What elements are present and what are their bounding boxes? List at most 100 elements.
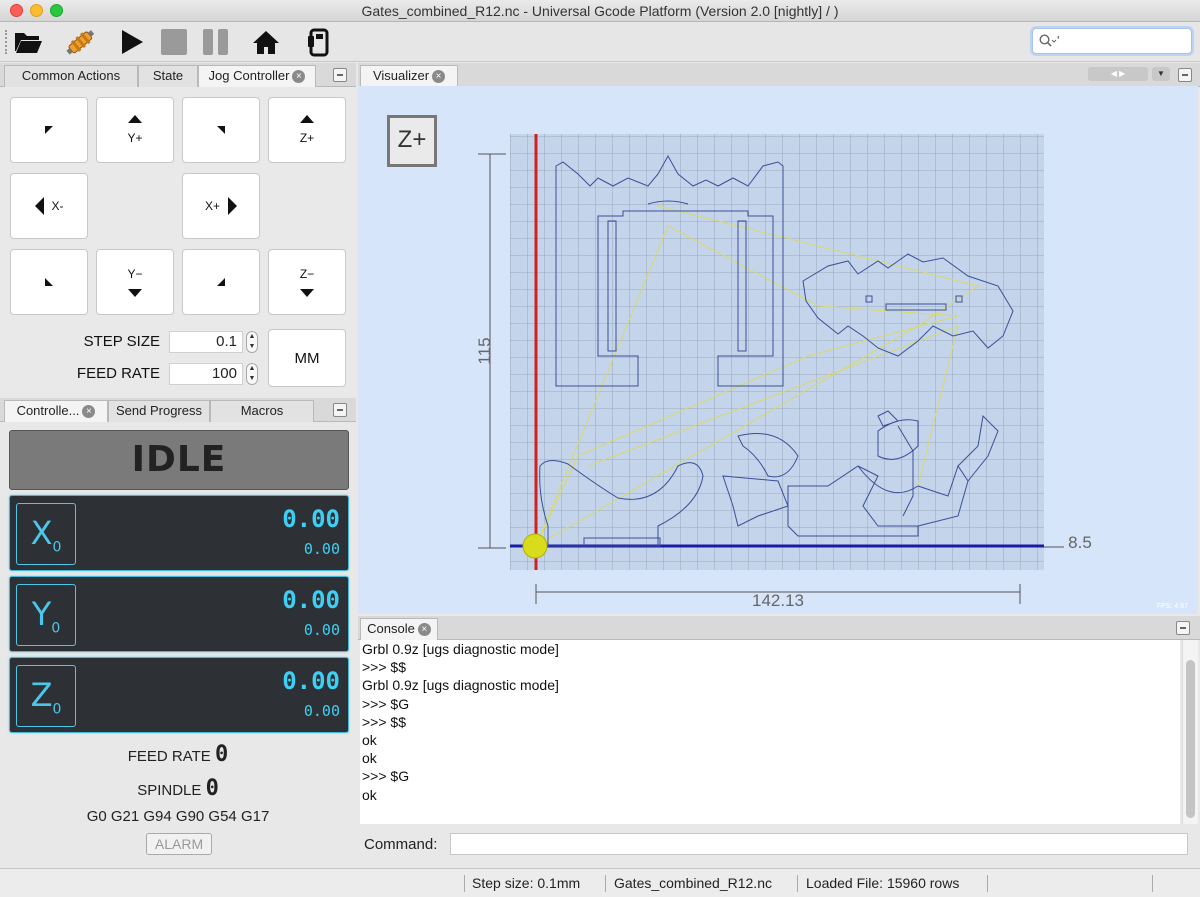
reset-z-button[interactable]: Z0 (16, 665, 76, 727)
jog-x-plus-y-minus-button[interactable] (182, 249, 260, 315)
jog-x-plus-y-plus-button[interactable] (182, 97, 260, 163)
tab-list-button[interactable]: ▼ (1152, 67, 1170, 81)
feed-rate-input[interactable]: 100 (169, 363, 243, 385)
console-line: >>> $$ (362, 713, 406, 730)
console-scrollbar-thumb[interactable] (1186, 660, 1195, 818)
jog-x-minus-y-minus-button[interactable] (10, 249, 88, 315)
z-work-position: 0.00 (282, 667, 340, 695)
search-icon (1039, 34, 1057, 47)
spindle-readout: SPINDLE 0 (0, 776, 356, 801)
pendant-button[interactable] (302, 26, 334, 58)
open-folder-button[interactable] (12, 26, 44, 58)
home-icon (253, 31, 279, 54)
x-axis-name: X (30, 514, 53, 552)
jog-z-minus-label: Z− (299, 267, 315, 281)
z-axis-readout: Z0 0.00 0.00 (9, 657, 349, 733)
pendant-icon (308, 28, 329, 57)
tab-macros-label: Macros (240, 403, 284, 418)
close-icon[interactable]: × (432, 70, 446, 84)
gcode-state-text: G0 G21 G94 G90 G54 G17 (86, 808, 270, 825)
console-output[interactable]: Grbl 0.9z [ugs diagnostic mode] >>> $$ G… (360, 640, 1180, 824)
toolbar-grip[interactable] (5, 30, 9, 54)
height-dimension-label: 115 (475, 337, 494, 364)
tool-position-marker (522, 533, 548, 559)
arrow-right-icon (228, 197, 237, 215)
close-icon[interactable]: × (292, 70, 306, 84)
jog-y-minus-button[interactable]: Y− (96, 249, 174, 315)
tab-scroll-buttons[interactable]: ◀ ▶ (1088, 67, 1148, 81)
tab-controller-label: Controlle... (16, 403, 80, 418)
feed-rate-spinner[interactable]: ▲ ▼ (246, 363, 258, 385)
y-axis-name: Y (31, 595, 52, 633)
console-scrollbar[interactable] (1182, 640, 1198, 824)
jog-y-plus-label: Y+ (127, 131, 143, 145)
reset-y-button[interactable]: Y0 (16, 584, 76, 646)
home-button[interactable] (250, 26, 282, 58)
search-input[interactable]: ' (1032, 28, 1192, 54)
minimize-panel-button[interactable] (333, 403, 347, 417)
z-axis-name: Z (30, 676, 53, 714)
tab-visualizer[interactable]: Visualizer × (360, 65, 458, 87)
status-file-name: Gates_combined_R12.nc (614, 875, 772, 891)
pause-icon (203, 29, 228, 55)
step-size-input[interactable]: 0.1 (169, 331, 243, 353)
folder-open-icon (15, 33, 42, 53)
y-axis-sub: 0 (51, 620, 61, 637)
x-work-position: 0.00 (282, 505, 340, 533)
jog-x-minus-y-plus-button[interactable] (10, 97, 88, 163)
y-machine-position: 0.00 (303, 621, 340, 639)
tab-state-label: State (152, 68, 184, 83)
step-size-label: STEP SIZE (83, 333, 160, 350)
jog-x-plus-button[interactable]: X+ (182, 173, 260, 239)
minimize-console-button[interactable] (1176, 621, 1190, 635)
alarm-button[interactable]: ALARM (146, 833, 212, 855)
arrow-up-left-icon (45, 126, 53, 134)
play-button[interactable] (116, 26, 148, 58)
console-tabbar: Console × (358, 616, 1200, 640)
feed-rate-readout-value: 0 (215, 742, 229, 767)
tab-jog-controller[interactable]: Jog Controller × (198, 65, 316, 87)
close-icon[interactable]: × (417, 623, 431, 637)
arrow-down-left-icon (45, 278, 53, 286)
maximize-panel-button[interactable] (1178, 68, 1192, 82)
jog-y-plus-button[interactable]: Y+ (96, 97, 174, 163)
stop-button[interactable] (158, 26, 190, 58)
machine-state-display: IDLE (9, 430, 349, 490)
jog-y-minus-label: Y− (127, 267, 143, 281)
feed-rate-readout: FEED RATE 0 (0, 742, 356, 767)
command-input[interactable] (450, 833, 1188, 855)
status-step-size: Step size: 0.1mm (472, 875, 581, 891)
jog-x-minus-button[interactable]: X- (10, 173, 88, 239)
close-window-button[interactable] (10, 4, 23, 17)
minimize-window-button[interactable] (30, 4, 43, 17)
feed-rate-readout-label: FEED RATE (127, 748, 211, 765)
arrow-left-icon (34, 197, 44, 215)
tab-common-actions[interactable]: Common Actions (4, 65, 138, 87)
pause-button[interactable] (200, 26, 232, 58)
visualizer-tabbar: Visualizer × ◀ ▶ ▼ (358, 63, 1200, 87)
fps-label: FPS: 4.67 (1157, 603, 1188, 610)
command-row: Command: (358, 826, 1200, 866)
status-separator (605, 875, 606, 892)
jog-z-plus-button[interactable]: Z+ (268, 97, 346, 163)
minimize-panel-button[interactable] (333, 68, 347, 82)
console-line: Grbl 0.9z [ugs diagnostic mode] (362, 677, 559, 694)
tab-controller-state[interactable]: Controlle... × (4, 400, 108, 422)
visualizer-canvas[interactable]: Z+ 115 142.13 8.5 FPS: 4.67 (358, 86, 1198, 614)
tab-send-progress[interactable]: Send Progress (108, 400, 210, 422)
console-line: >>> $$ (362, 659, 406, 676)
console-line: Grbl 0.9z [ugs diagnostic mode] (362, 641, 559, 657)
tab-state[interactable]: State (138, 65, 198, 87)
unit-toggle-button[interactable]: MM (268, 329, 346, 387)
connect-button[interactable] (64, 26, 96, 58)
console-line: ok (362, 750, 377, 767)
close-icon[interactable]: × (82, 405, 96, 419)
arrow-down-icon (300, 289, 314, 297)
reset-x-button[interactable]: X0 (16, 503, 76, 565)
tab-macros[interactable]: Macros (210, 400, 314, 422)
tab-console[interactable]: Console × (360, 618, 438, 640)
jog-z-minus-button[interactable]: Z− (268, 249, 346, 315)
feed-rate-label: FEED RATE (76, 365, 160, 382)
step-size-spinner[interactable]: ▲ ▼ (246, 331, 258, 353)
zoom-window-button[interactable] (50, 4, 63, 17)
